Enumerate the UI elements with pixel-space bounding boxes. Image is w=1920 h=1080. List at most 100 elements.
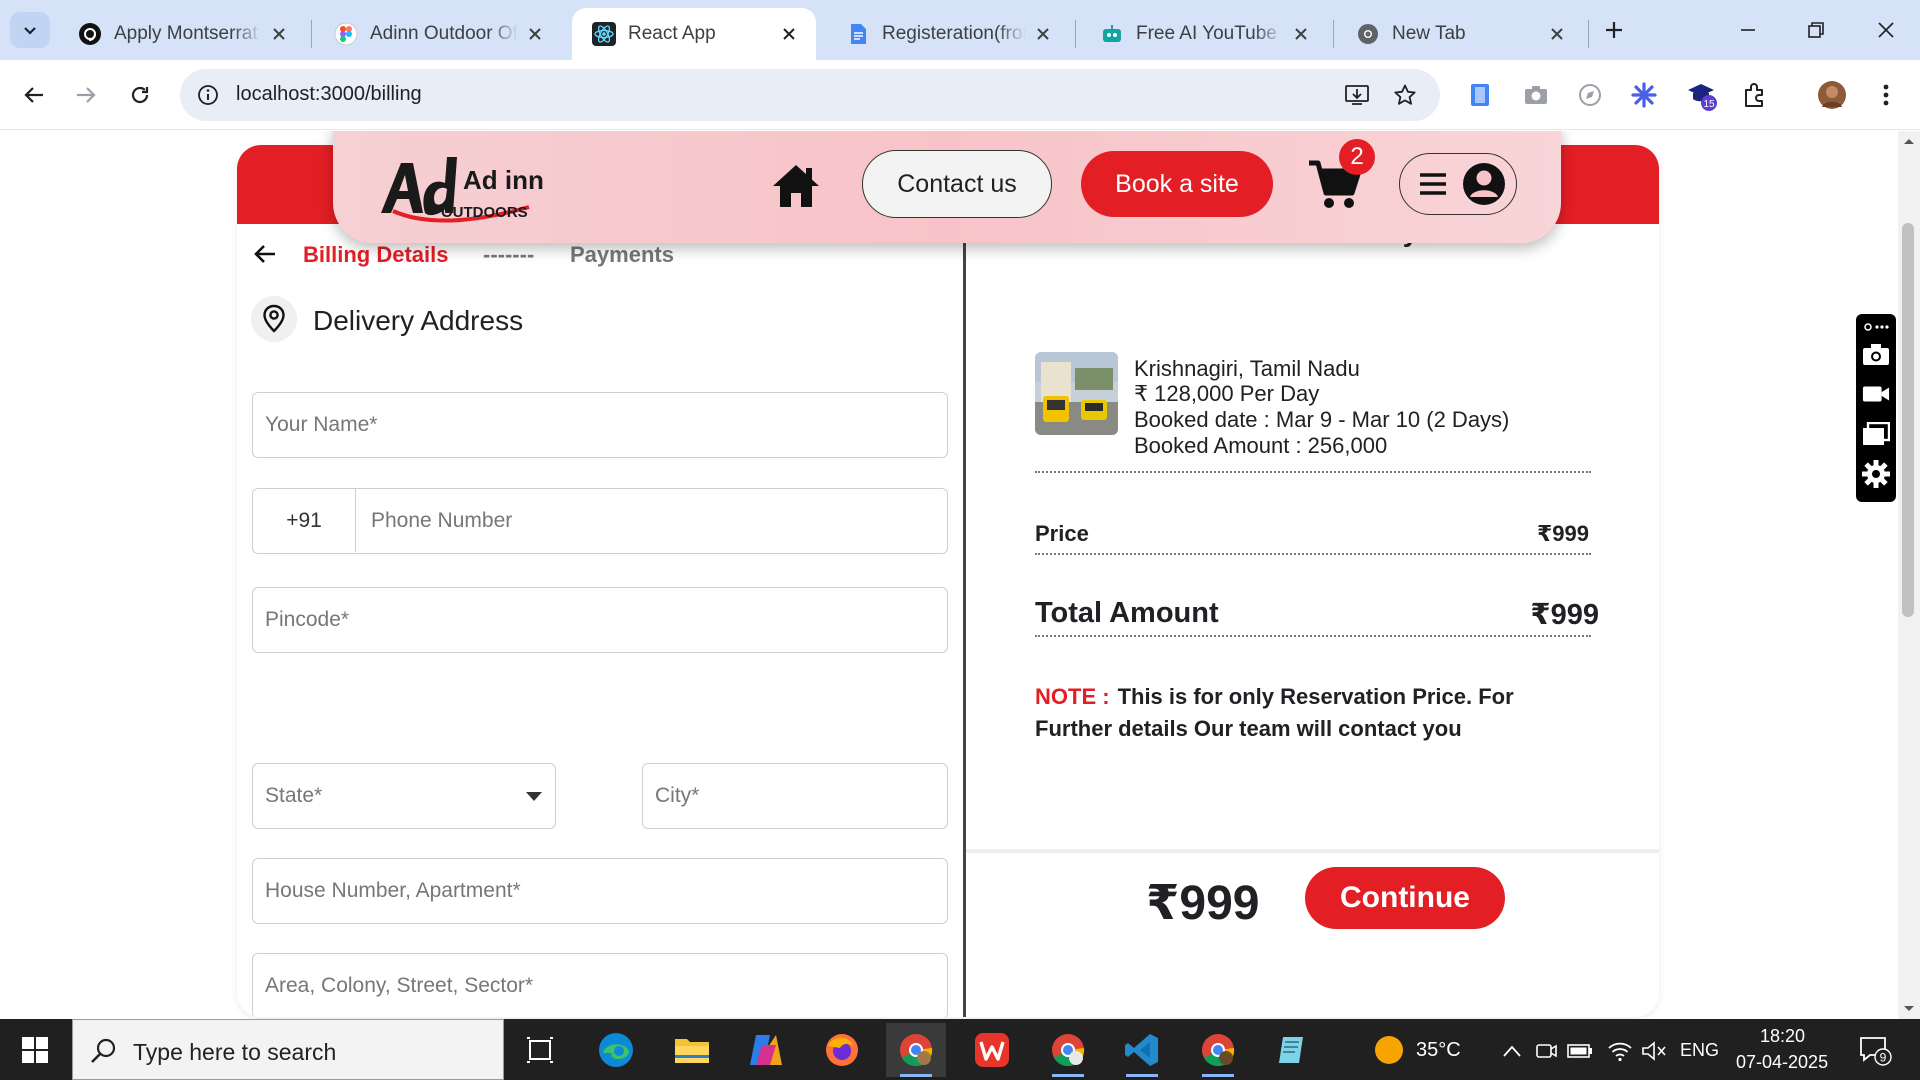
minimize-button[interactable] — [1714, 0, 1782, 60]
billing-form-section: Billing Details ------- Payments Deliver… — [237, 224, 962, 1017]
close-tab-icon[interactable] — [268, 23, 290, 45]
name-input[interactable] — [252, 392, 948, 458]
docs-extension-icon[interactable] — [1462, 77, 1498, 113]
notes-app[interactable] — [1262, 1023, 1322, 1077]
scroll-up-arrow-icon[interactable] — [1898, 133, 1920, 149]
close-tab-icon[interactable] — [1290, 23, 1312, 45]
wps-office-app[interactable] — [962, 1023, 1022, 1077]
firefox-app[interactable] — [812, 1023, 872, 1077]
clock-time[interactable]: 18:20 — [1760, 1026, 1805, 1047]
notifications-icon[interactable]: 9 — [1858, 1034, 1894, 1066]
book-a-site-button[interactable]: Book a site — [1081, 151, 1273, 217]
tab-search-button[interactable] — [10, 12, 50, 48]
battery-icon[interactable] — [1566, 1037, 1594, 1065]
weather-sun-icon[interactable] — [1374, 1035, 1404, 1065]
tab-apply-montserrat[interactable]: Apply Montserrat F — [58, 8, 306, 60]
vscode-app[interactable] — [1112, 1023, 1172, 1077]
scroll-down-arrow-icon[interactable] — [1898, 1001, 1920, 1017]
close-tab-icon[interactable] — [1032, 23, 1054, 45]
area-input[interactable] — [252, 953, 948, 1017]
tab-adinn-outdoor[interactable]: Adinn Outdoor Offi — [314, 8, 562, 60]
scrollbar-thumb[interactable] — [1902, 223, 1914, 617]
weather-temperature[interactable]: 35°C — [1416, 1039, 1461, 1062]
house-number-input[interactable] — [252, 858, 948, 924]
graduation-cap-extension-icon[interactable]: 15 — [1684, 77, 1720, 113]
continue-button[interactable]: Continue — [1305, 867, 1505, 929]
video-camera-icon[interactable] — [1862, 380, 1890, 408]
close-tab-icon[interactable] — [524, 23, 546, 45]
booking-rate: ₹ 128,000 Per Day — [1134, 381, 1320, 406]
clock-date[interactable]: 07-04-2025 — [1736, 1052, 1828, 1073]
more-options-icon[interactable] — [1862, 318, 1890, 336]
wifi-icon[interactable] — [1606, 1037, 1634, 1065]
state-select[interactable]: State* — [252, 763, 556, 829]
url-text[interactable]: localhost:3000/billing — [236, 83, 422, 106]
browser-tab-bar: Apply Montserrat F Adinn Outdoor Offi Re… — [0, 0, 1920, 60]
total-amount-label: Total Amount — [1035, 597, 1219, 629]
input-language[interactable]: ENG — [1680, 1040, 1719, 1061]
extensions-puzzle-icon[interactable] — [1736, 77, 1772, 113]
booking-amount: Booked Amount : 256,000 — [1134, 433, 1388, 458]
meet-now-icon[interactable] — [1532, 1037, 1560, 1065]
file-explorer-app[interactable] — [662, 1023, 722, 1077]
home-icon[interactable] — [771, 161, 821, 211]
compass-extension-icon[interactable] — [1572, 77, 1608, 113]
task-view-button[interactable] — [510, 1023, 570, 1077]
camera-icon[interactable] — [1862, 340, 1890, 368]
step-payments[interactable]: Payments — [570, 242, 674, 268]
extension-badge: 15 — [1703, 99, 1715, 110]
forward-button[interactable] — [66, 75, 106, 115]
sparkle-extension-icon[interactable] — [1626, 77, 1662, 113]
step-separator: ------- — [483, 242, 535, 267]
restore-button[interactable] — [1782, 0, 1850, 60]
tab-registeration[interactable]: Registeration(front — [826, 8, 1070, 60]
screen-capture-toolbar — [1856, 314, 1896, 502]
close-tab-icon[interactable] — [1546, 23, 1568, 45]
step-billing-details[interactable]: Billing Details — [303, 242, 448, 268]
reload-button[interactable] — [120, 75, 160, 115]
adinn-logo[interactable]: Ad inn OUTDOORS — [379, 151, 549, 225]
back-button[interactable] — [14, 75, 54, 115]
start-button[interactable] — [12, 1031, 58, 1069]
logo-subtext: OUTDOORS — [441, 204, 528, 221]
site-info-icon[interactable] — [194, 81, 222, 109]
notepad-icon — [1275, 1033, 1309, 1067]
edge-app[interactable] — [586, 1023, 646, 1077]
chrome-menu-icon[interactable] — [1868, 77, 1904, 113]
close-tab-icon[interactable] — [778, 23, 800, 45]
city-input[interactable] — [642, 763, 948, 829]
new-tab-button[interactable] — [1596, 12, 1632, 48]
pincode-input[interactable] — [252, 587, 948, 653]
chrome-second-profile-app[interactable] — [1188, 1023, 1248, 1077]
page-scrollbar[interactable] — [1898, 131, 1920, 1019]
camera-extension-icon[interactable] — [1518, 77, 1554, 113]
country-code[interactable]: +91 — [253, 489, 356, 552]
speaker-muted-icon[interactable] — [1640, 1037, 1668, 1065]
tab-react-app[interactable]: React App — [572, 8, 816, 60]
bookmark-star-icon[interactable] — [1390, 81, 1420, 109]
chevron-up-icon[interactable] — [1498, 1037, 1526, 1065]
install-app-icon[interactable] — [1342, 81, 1372, 109]
arrow-left-icon — [253, 243, 277, 265]
chrome-app-active[interactable] — [886, 1023, 946, 1077]
running-app-indicator — [1126, 1074, 1158, 1077]
arrow-left-icon — [23, 84, 45, 106]
close-window-button[interactable] — [1852, 0, 1920, 60]
tab-free-ai-youtube[interactable]: Free AI YouTube Vi — [1080, 8, 1328, 60]
chrome-profile-app[interactable] — [1038, 1023, 1098, 1077]
arrow-right-icon — [75, 84, 97, 106]
window-capture-icon[interactable] — [1862, 420, 1890, 448]
gear-icon[interactable] — [1862, 460, 1890, 488]
tab-new-tab[interactable]: New Tab — [1336, 8, 1584, 60]
price-value: ₹999 — [1536, 521, 1589, 546]
profile-avatar[interactable] — [1814, 77, 1850, 113]
taskbar-search-box[interactable]: Type here to search — [72, 1019, 504, 1080]
account-menu-button[interactable] — [1399, 153, 1517, 215]
contact-us-button[interactable]: Contact us — [862, 150, 1052, 218]
browser-toolbar: localhost:3000/billing 15 — [0, 60, 1920, 130]
phone-input[interactable] — [357, 489, 945, 552]
tab-separator — [1075, 20, 1076, 48]
address-bar[interactable]: localhost:3000/billing — [180, 69, 1440, 121]
copilot-app[interactable] — [736, 1023, 796, 1077]
back-button[interactable] — [249, 238, 281, 270]
